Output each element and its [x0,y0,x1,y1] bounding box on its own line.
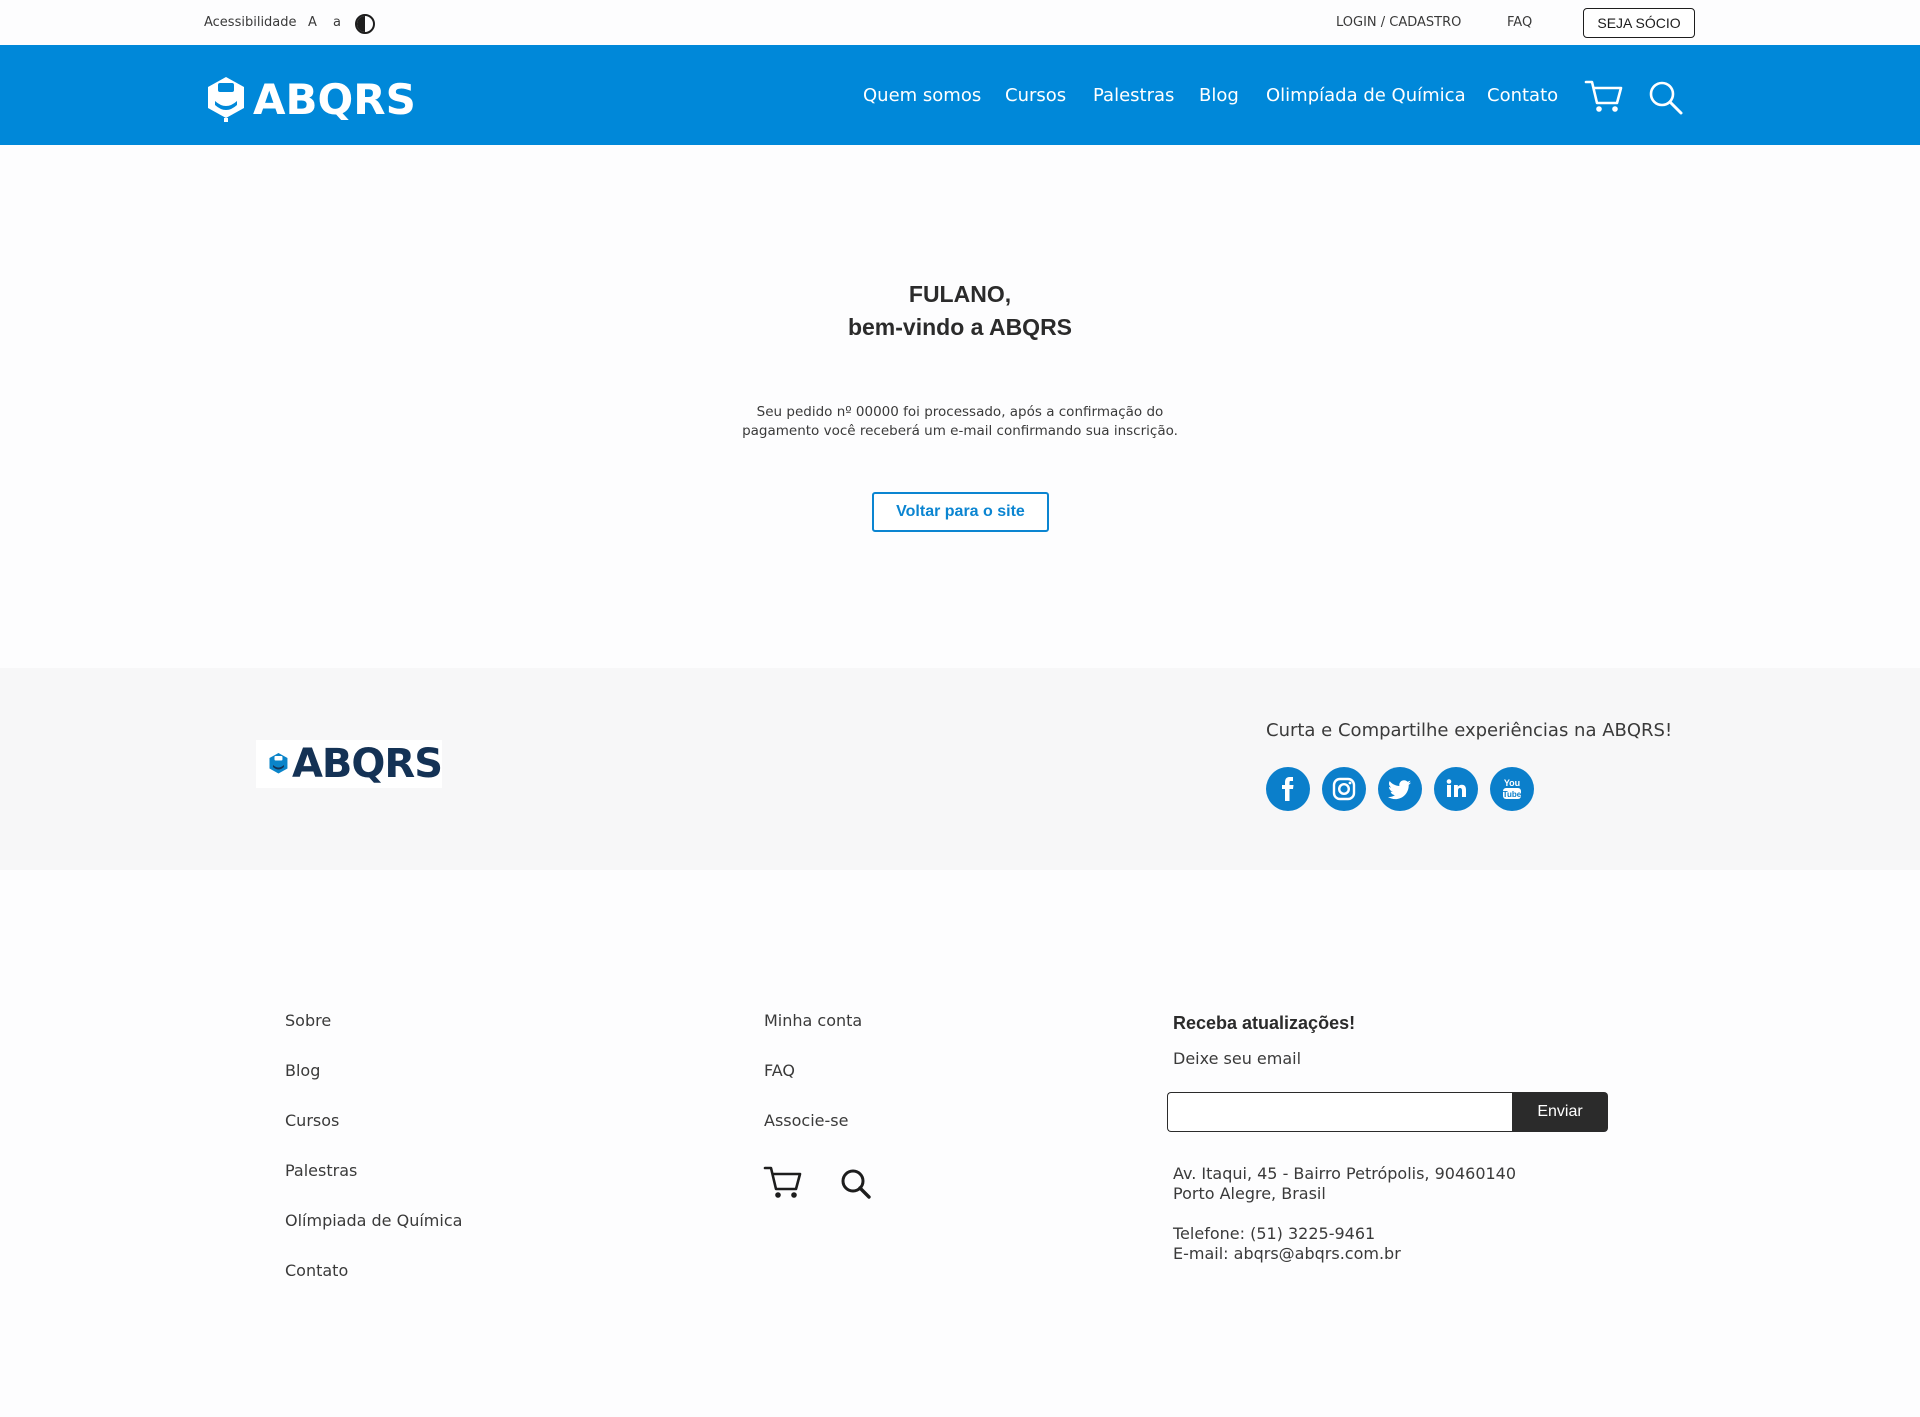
newsletter-title: Receba atualizações! [1173,1013,1356,1033]
back-to-site-button[interactable]: Voltar para o site [872,492,1049,532]
footer-cart-icon[interactable] [763,1165,803,1201]
svg-text:Tube: Tube [1503,790,1522,799]
cart-icon[interactable] [1584,79,1624,115]
youtube-icon[interactable]: You Tube [1490,767,1534,811]
footer-link-olimpiada[interactable]: Olímpiada de Química [285,1211,462,1230]
nav-palestras[interactable]: Palestras [1093,85,1174,106]
greeting-welcome: bem-vindo a ABQRS [847,314,1073,340]
newsletter-subtitle: Deixe seu email [1173,1049,1302,1068]
address-line1: Av. Itaqui, 45 - Bairro Petrópolis, 9046… [1173,1164,1517,1183]
font-decrease-button[interactable]: a [333,15,341,30]
nav-quem-somos[interactable]: Quem somos [863,85,981,106]
instagram-icon[interactable] [1322,767,1366,811]
utility-bar: Acessibilidade A a LOGIN / CADASTRO FAQ … [0,0,1920,45]
nav-contato[interactable]: Contato [1487,85,1558,106]
font-increase-button[interactable]: A [308,15,317,30]
main-header: ABQRS Quem somos Cursos Palestras Blog O… [0,45,1920,145]
footer-link-minha-conta[interactable]: Minha conta [764,1011,862,1030]
nav-blog[interactable]: Blog [1199,85,1239,106]
search-icon[interactable] [1648,80,1684,116]
svg-text:You: You [1504,778,1520,788]
linkedin-icon[interactable] [1434,767,1478,811]
accessibility-label: Acessibilidade [204,15,297,30]
newsletter-send-button[interactable]: Enviar [1512,1092,1608,1132]
order-message: Seu pedido nº 00000 foi processado, após… [680,403,1240,441]
footer-link-palestras[interactable]: Palestras [285,1161,357,1180]
contact-phone: Telefone: (51) 3225-9461 [1173,1224,1376,1243]
header-logo-text: ABQRS [253,74,416,124]
header-logo[interactable]: ABQRS [205,74,416,124]
login-link[interactable]: LOGIN / CADASTRO [1336,15,1461,30]
footer-link-sobre[interactable]: Sobre [285,1011,331,1030]
contrast-icon[interactable] [355,14,375,34]
footer-logo[interactable]: ABQRS [256,740,443,788]
facebook-icon[interactable] [1266,767,1310,811]
footer-logo-text: ABQRS [291,741,443,787]
twitter-icon[interactable] [1378,767,1422,811]
footer-search-icon[interactable] [840,1168,872,1200]
greeting-name: FULANO, [908,281,1012,307]
social-tagline: Curta e Compartilhe experiências na ABQR… [1266,720,1673,741]
footer-link-associe-se[interactable]: Associe-se [764,1111,848,1130]
footer-link-contato[interactable]: Contato [285,1261,348,1280]
footer-link-blog[interactable]: Blog [285,1061,320,1080]
newsletter-email-input[interactable] [1167,1092,1513,1132]
address-line2: Porto Alegre, Brasil [1173,1184,1326,1203]
contact-email: E-mail: abqrs@abqrs.com.br [1173,1244,1401,1263]
order-message-line2: pagamento você receberá um e-mail confir… [742,423,1178,439]
order-message-line1: Seu pedido nº 00000 foi processado, após… [756,404,1164,420]
logo-hexagon-icon [208,77,244,122]
seja-socio-button[interactable]: SEJA SÓCIO [1583,8,1695,38]
nav-cursos[interactable]: Cursos [1005,85,1066,106]
faq-link[interactable]: FAQ [1507,15,1532,30]
footer-link-faq[interactable]: FAQ [764,1061,795,1080]
footer-link-cursos[interactable]: Cursos [285,1111,339,1130]
nav-olimpiada[interactable]: Olimpíada de Química [1266,85,1466,106]
logo-hexagon-icon [269,753,288,774]
